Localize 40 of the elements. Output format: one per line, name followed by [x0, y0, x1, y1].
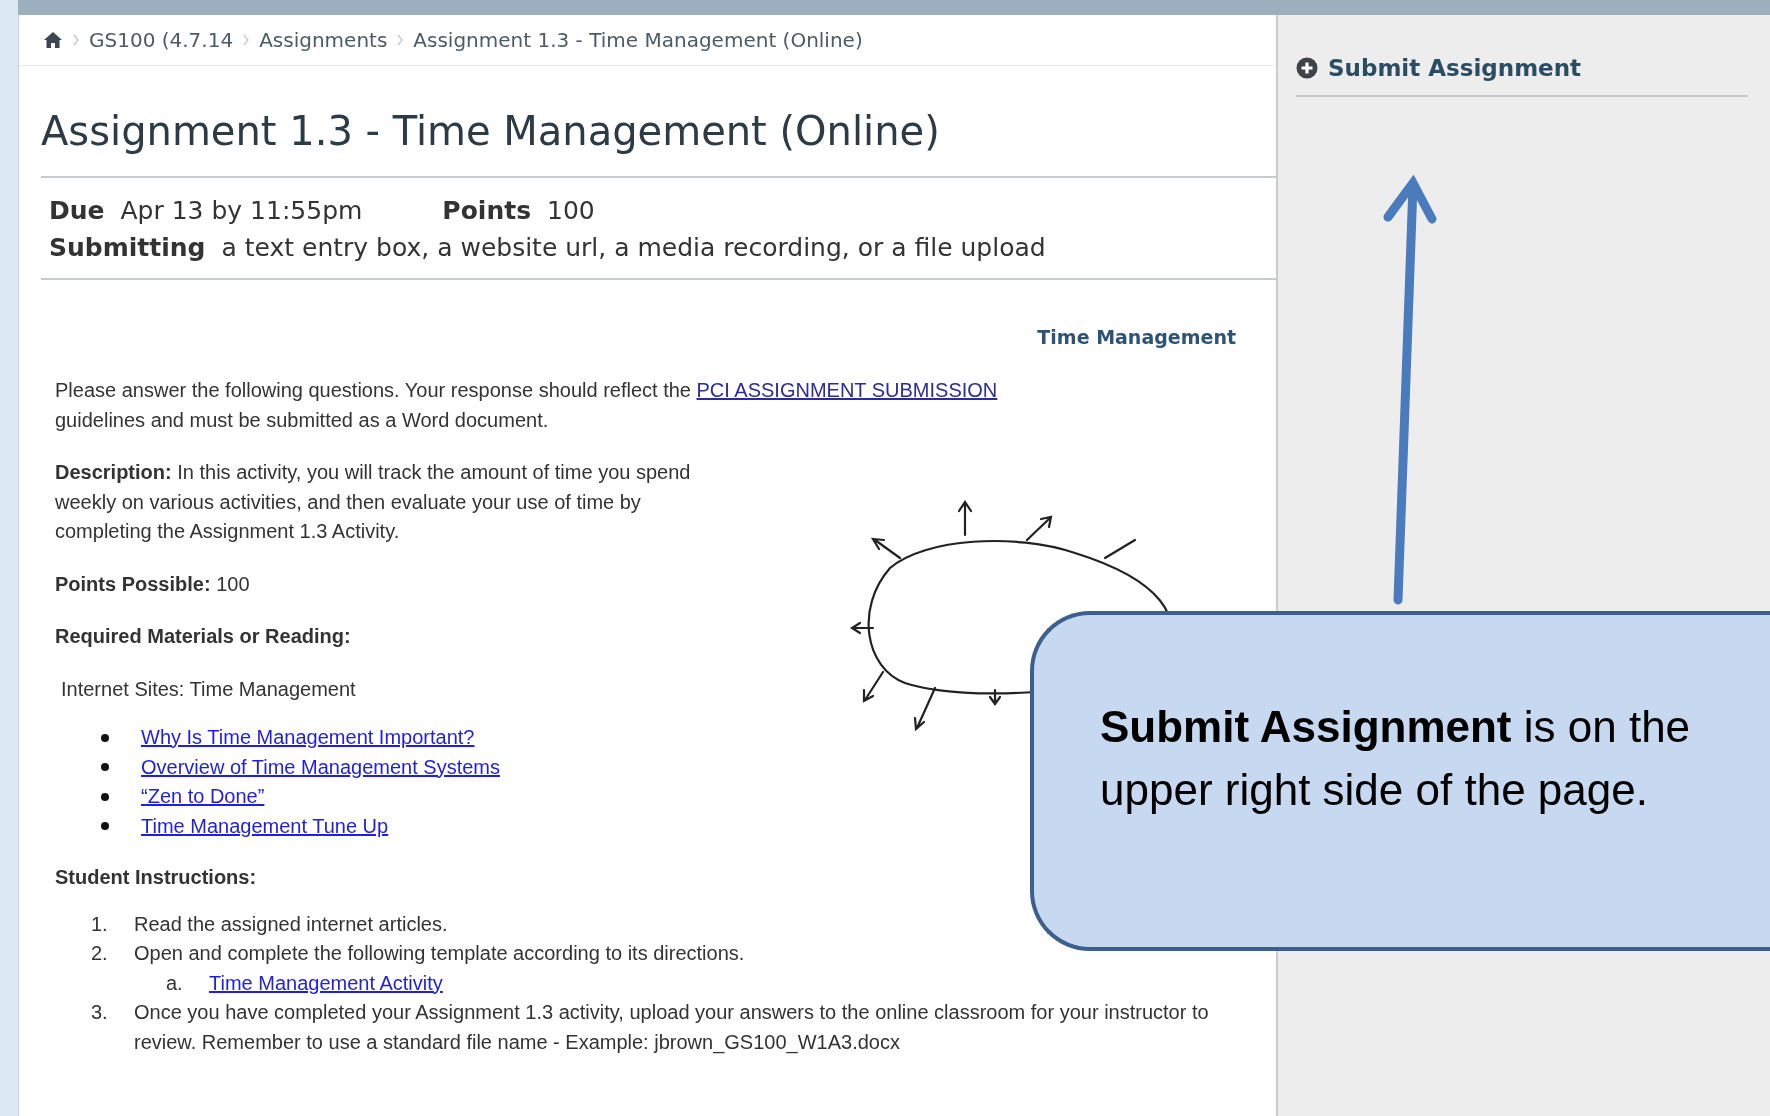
instruction-text: Open and complete the following template according to its directions. [134, 941, 746, 966]
submit-assignment-link[interactable]: Submit Assignment [1296, 55, 1748, 95]
breadcrumb-link[interactable]: GS100 (4.7.14 [89, 28, 234, 52]
article-link[interactable]: Why Is Time Management Important? [141, 723, 475, 753]
list-number: 3. [91, 1000, 109, 1025]
detail-value: a text entry box, a website url, a media recording, or a file upload [221, 232, 1046, 264]
article-link[interactable]: Overview of Time Management Systems [141, 752, 500, 782]
heading-link[interactable]: Time Management [1037, 326, 1236, 348]
detail-value: 100 [547, 195, 595, 227]
section-heading: Student Instructions: [55, 865, 258, 890]
detail-value: Apr 13 by 11:55pm [120, 195, 363, 227]
breadcrumb-link[interactable]: Assignments [259, 28, 388, 52]
detail-label: Points [442, 195, 532, 227]
intro-paragraph: Please answer the following questions. Your response should reflect the PCI ASSIGNMENT SUBMISSION guidelines and must be submitted as a Word document. [55, 378, 999, 433]
chevron-icon [397, 34, 404, 46]
internet-sites-text: Internet Sites: Time Management [60, 676, 357, 702]
guidelines-link[interactable]: PCI ASSIGNMENT SUBMISSION [696, 379, 998, 401]
chevron-icon [243, 34, 250, 46]
points-text: Points Possible: 100 [55, 571, 251, 597]
detail-label: Due [49, 195, 105, 227]
breadcrumb-link[interactable]: Assignment 1.3 - Time Management (Online) [413, 28, 863, 52]
bullet-icon [101, 792, 109, 801]
detail-label: Submitting [49, 232, 206, 264]
chevron-icon [73, 34, 79, 46]
instruction-text: Once you have completed your Assignment 1.3 activity, upload your answers to the online classroom for your instructor to review. Remember to use a standard file name - Example: jbrown_GS100_W1A3.docx [134, 1000, 1210, 1056]
bullet-icon [101, 763, 109, 772]
instruction-text: Read the assigned internet articles. [134, 911, 449, 937]
list-number: 1. [91, 911, 109, 937]
section-heading: Required Materials or Reading: [55, 624, 352, 649]
plus-icon [1296, 57, 1318, 79]
bullet-icon [101, 733, 109, 742]
activity-link[interactable]: Time Management Activity [209, 968, 443, 998]
description-text: Description: In this activity, you will track the amount of time you spend weekly on various activities, and then evaluate your use of time by completing the Assignment 1.3 Activity. [55, 460, 692, 544]
article-link[interactable]: Time Management Tune Up [141, 811, 389, 841]
list-letter: a. [166, 970, 184, 996]
bullet-icon [101, 822, 109, 831]
callout-text: Submit Assignment is on the upper right side of the page. [1100, 701, 1692, 816]
home-icon[interactable] [43, 31, 63, 49]
list-number: 2. [91, 941, 109, 966]
article-link[interactable]: “Zen to Done” [141, 782, 265, 812]
